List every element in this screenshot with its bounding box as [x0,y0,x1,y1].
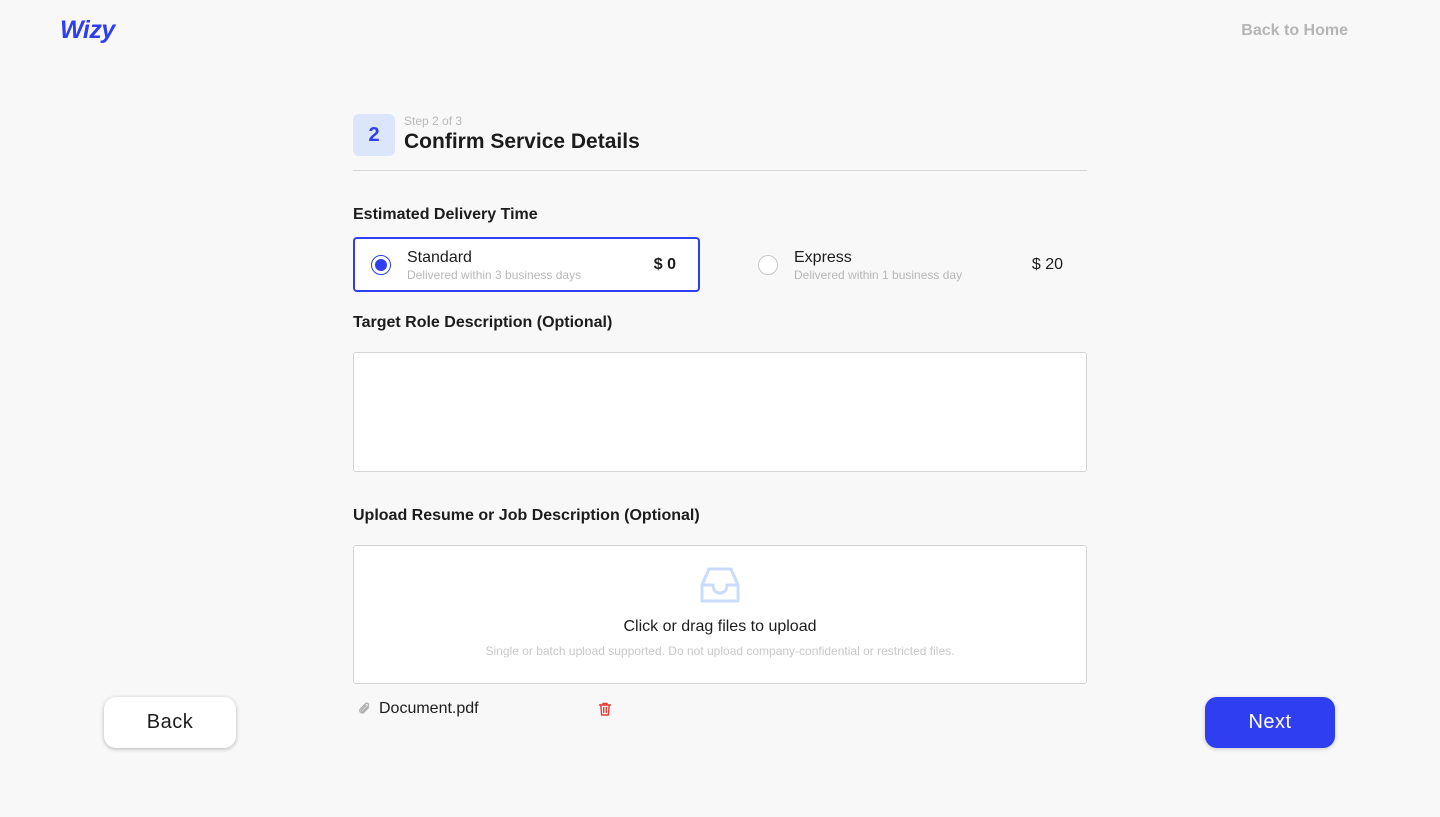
step-texts: Step 2 of 3 Confirm Service Details [404,114,640,156]
paperclip-icon [359,702,370,714]
step-count: Step 2 of 3 [404,114,463,128]
delivery-options: Standard Delivered within 3 business day… [353,237,1087,292]
option-price: $ 0 [653,255,676,273]
option-description: Delivered within 3 business days [407,267,582,282]
inbox-icon [700,567,740,603]
delivery-time-label: Estimated Delivery Time [353,206,538,223]
page: Wizy Back to Home 2 Step 2 of 3 Confirm … [0,0,1440,817]
option-price: $ 20 [1031,255,1063,273]
service-form: 2 Step 2 of 3 Confirm Service Details Es… [353,114,1087,718]
option-name: Express [794,248,852,266]
target-role-label: Target Role Description (Optional) [353,314,613,331]
file-name[interactable]: Document.pdf [379,700,597,718]
option-texts: Standard Delivered within 3 business day… [407,248,654,282]
trash-icon[interactable] [597,701,613,717]
delivery-option-standard[interactable]: Standard Delivered within 3 business day… [353,237,700,292]
page-title: Confirm Service Details [404,130,640,153]
radio-dot [375,258,387,271]
upload-label: Upload Resume or Job Description (Option… [353,507,700,524]
uploaded-file-item: Document.pdf [353,700,613,718]
delivery-option-express[interactable]: Express Delivered within 1 business day … [740,237,1087,292]
back-to-home-link[interactable]: Back to Home [1241,22,1348,40]
next-button[interactable]: Next [1205,697,1335,748]
radio-checked-icon[interactable] [371,254,391,275]
option-name: Standard [407,248,472,266]
radio-unchecked-icon[interactable] [758,254,778,275]
logo[interactable]: Wizy [60,16,115,45]
upload-hint-text: Single or batch upload supported. Do not… [485,644,955,658]
upload-main-text: Click or drag files to upload [623,618,817,635]
back-button[interactable]: Back [104,697,236,748]
target-role-textarea[interactable] [353,352,1087,472]
step-header: 2 Step 2 of 3 Confirm Service Details [353,114,1087,171]
option-description: Delivered within 1 business day [794,267,963,282]
upload-dropzone[interactable]: Click or drag files to upload Single or … [353,545,1087,684]
step-number-badge: 2 [353,114,395,156]
option-texts: Express Delivered within 1 business day [794,248,1032,282]
